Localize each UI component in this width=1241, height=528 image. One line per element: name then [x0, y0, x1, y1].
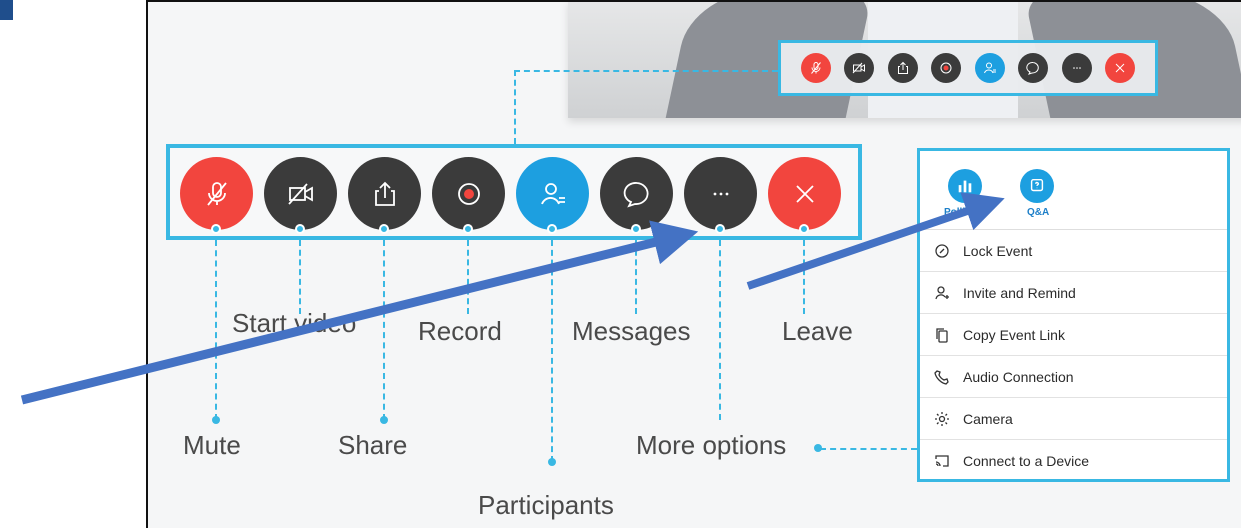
qa-icon: [1030, 178, 1044, 192]
menu-item-copy-event-link[interactable]: Copy Event Link: [920, 314, 1227, 356]
start-video-anchor-dot: [295, 224, 305, 234]
qa-label: Q&A: [1027, 207, 1050, 218]
participants-label: Participants: [478, 490, 614, 520]
record-anchor-dot: [463, 224, 473, 234]
close-icon: [1116, 63, 1125, 73]
connector-top: [514, 70, 778, 72]
mini-video-button[interactable]: [844, 53, 875, 83]
video-off-icon: [852, 62, 866, 74]
connector-top-drop: [514, 70, 516, 144]
start-video-label: Start video: [232, 308, 357, 338]
more-options-connector: [820, 448, 917, 450]
share-leader: [383, 240, 385, 420]
mute-leader: [215, 240, 217, 420]
leave-anchor-dot: [799, 224, 809, 234]
more-options-anchor-dot: [715, 224, 725, 234]
polling-button[interactable]: [948, 169, 982, 203]
mini-mute-button[interactable]: [800, 53, 831, 83]
mute-label: Mute: [183, 430, 241, 460]
share-button[interactable]: [348, 157, 421, 234]
messages-button[interactable]: [600, 157, 673, 234]
share-anchor-dot: [379, 224, 389, 234]
start-video-leader: [299, 240, 301, 314]
menu-item-label: Audio Connection: [963, 368, 1074, 385]
mute-anchor-dot: [211, 224, 221, 234]
leave-button[interactable]: [768, 157, 841, 234]
menu-item-label: Connect to a Device: [963, 452, 1090, 469]
mute-leader-end: [212, 416, 220, 424]
gear-icon: [935, 411, 949, 426]
mini-participants-button[interactable]: [974, 53, 1005, 83]
messages-leader: [635, 240, 637, 314]
record-icon: [940, 62, 952, 74]
mini-more-button[interactable]: [1061, 53, 1092, 83]
menu-item-label: Lock Event: [963, 242, 1033, 259]
leave-leader: [803, 240, 805, 314]
video-preview: [568, 2, 1241, 118]
chat-icon: [623, 181, 648, 208]
cast-icon: [935, 454, 949, 467]
more-options-leader: [719, 240, 721, 420]
video-off-icon: [287, 182, 313, 205]
participants-icon: [540, 182, 565, 204]
mini-toolbar: [778, 40, 1158, 96]
participants-button[interactable]: [516, 157, 589, 234]
close-icon: [795, 184, 814, 203]
record-leader: [467, 240, 469, 314]
leave-label: Leave: [782, 316, 853, 346]
polling-label: Polling: [944, 207, 978, 218]
mic-off-icon: [810, 62, 821, 74]
menu-item-camera[interactable]: Camera: [920, 398, 1227, 440]
more-options-button[interactable]: [684, 157, 757, 234]
invite-icon: [935, 285, 949, 299]
participants-anchor-dot: [547, 224, 557, 234]
qa-button[interactable]: [1020, 169, 1054, 203]
messages-anchor-dot: [631, 224, 641, 234]
mini-leave-button[interactable]: [1105, 53, 1136, 83]
menu-item-lock-event[interactable]: Lock Event: [920, 230, 1227, 272]
more-icon: [1073, 67, 1081, 69]
main-toolbar: [166, 144, 862, 240]
copy-icon: [936, 327, 948, 343]
mini-messages-button[interactable]: [1018, 53, 1049, 83]
screenshot-frame: Mute Start video Share Record Participan…: [146, 0, 1241, 528]
share-icon: [897, 61, 908, 74]
share-leader-end: [380, 416, 388, 424]
phone-icon: [934, 369, 949, 385]
polling-icon: [958, 180, 972, 193]
mini-share-button[interactable]: [887, 53, 918, 83]
messages-label: Messages: [572, 316, 691, 346]
more-options-menu: Polling Q&A Lock Event Invite and Remind…: [917, 148, 1230, 482]
lock-icon: [935, 243, 949, 258]
chat-icon: [1026, 61, 1040, 75]
participants-leader: [551, 240, 553, 462]
record-label: Record: [418, 316, 502, 346]
share-label: Share: [338, 430, 408, 460]
participants-icon: [983, 62, 996, 74]
menu-item-label: Invite and Remind: [963, 284, 1076, 301]
record-button[interactable]: [432, 157, 505, 234]
menu-item-connect-to-device[interactable]: Connect to a Device: [920, 440, 1227, 481]
mute-button[interactable]: [180, 157, 253, 234]
menu-quick-actions: Polling Q&A: [920, 151, 1227, 230]
record-icon: [457, 182, 480, 205]
menu-item-invite-and-remind[interactable]: Invite and Remind: [920, 272, 1227, 314]
menu-item-label: Copy Event Link: [963, 326, 1065, 343]
more-icon: [713, 192, 728, 195]
more-options-label: More options: [636, 430, 787, 460]
start-video-button[interactable]: [264, 157, 337, 234]
menu-item-label: Camera: [963, 410, 1013, 427]
menu-item-audio-connection[interactable]: Audio Connection: [920, 356, 1227, 398]
share-icon: [374, 181, 395, 206]
mini-record-button[interactable]: [931, 53, 962, 83]
participants-leader-end: [548, 458, 556, 466]
more-options-connector-end: [814, 444, 822, 452]
mic-off-icon: [206, 181, 227, 206]
corner-marker: [0, 0, 13, 20]
